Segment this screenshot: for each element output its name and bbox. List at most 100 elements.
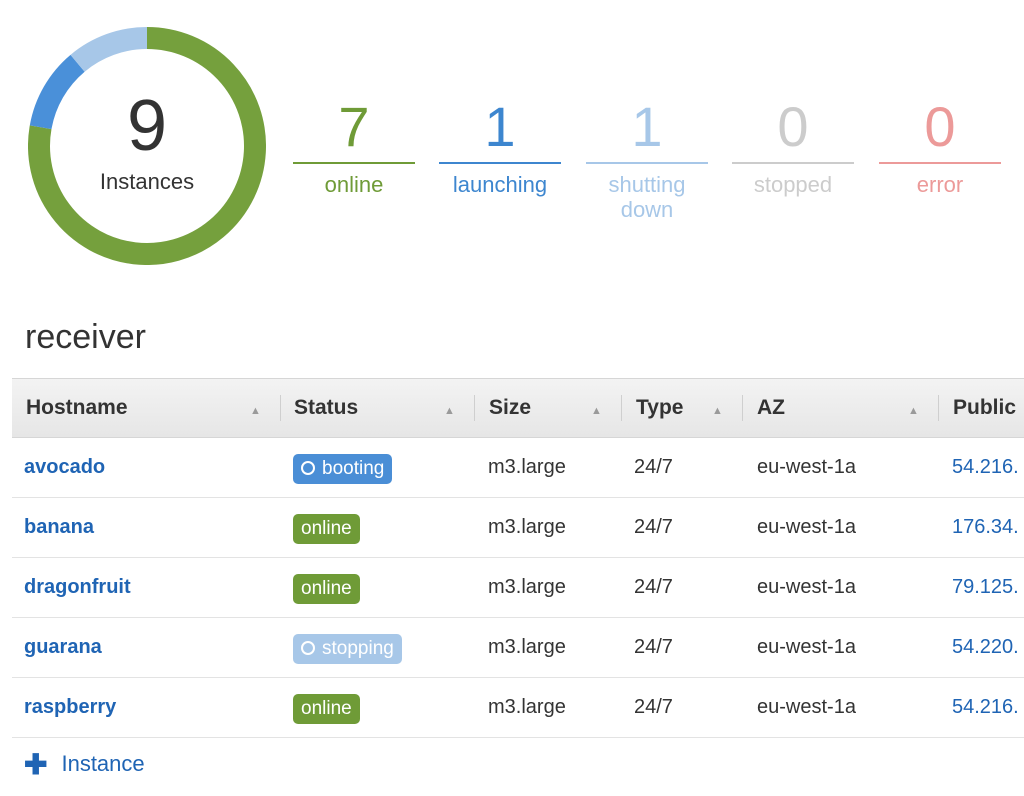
status-badge-label: online [301, 518, 352, 539]
stat-value: 1 [484, 95, 516, 158]
stat-shutting-down: 1 shutting down [586, 92, 708, 222]
table-row: raspberry online m3.large 24/7 eu-west-1a 54.… [12, 678, 1024, 738]
status-badge-label: stopping [322, 638, 394, 659]
sort-control[interactable]: ▲ [591, 379, 602, 437]
table-body: avocado booting m3.large 24/7 eu-west-1a 54.2… [12, 438, 1024, 738]
instances-donut-chart: 9 Instances [28, 27, 266, 265]
layer-title: receiver [25, 318, 146, 356]
table-row: avocado booting m3.large 24/7 eu-west-1a 54.2… [12, 438, 1024, 498]
column-divider[interactable] [938, 395, 939, 421]
type-cell: 24/7 [634, 516, 673, 538]
column-header-status[interactable]: Status [294, 379, 358, 437]
column-header-label: Hostname [26, 396, 128, 419]
status-badge: online [293, 694, 360, 724]
sort-ascending-icon[interactable]: ▲ [712, 405, 723, 417]
column-header-label: Public [953, 396, 1017, 419]
size-cell: m3.large [488, 456, 566, 478]
column-divider[interactable] [742, 395, 743, 421]
stat-label: online [324, 172, 384, 197]
column-header-public[interactable]: Public [953, 379, 1016, 437]
column-header-az[interactable]: AZ [757, 379, 785, 437]
sort-ascending-icon[interactable]: ▲ [250, 405, 261, 417]
column-header-size[interactable]: Size [489, 379, 531, 437]
stat-label: launching [452, 172, 548, 197]
stat-underline [586, 162, 708, 164]
column-divider[interactable] [280, 395, 281, 421]
stat-online: 7 online [293, 92, 415, 197]
public-ip-link[interactable]: 79.125. [952, 558, 1019, 617]
column-header-label: Status [294, 396, 359, 419]
column-header-label: Type [636, 396, 684, 419]
type-cell: 24/7 [634, 696, 673, 718]
column-header-hostname[interactable]: Hostname [26, 379, 128, 437]
type-cell: 24/7 [634, 636, 673, 658]
spinner-icon [301, 461, 315, 475]
az-cell: eu-west-1a [757, 456, 856, 478]
sort-control[interactable]: ▲ [712, 379, 723, 437]
az-cell: eu-west-1a [757, 636, 856, 658]
hostname-link[interactable]: dragonfruit [24, 558, 131, 617]
stat-underline [879, 162, 1001, 164]
size-cell: m3.large [488, 576, 566, 598]
column-header-label: Size [489, 396, 532, 419]
table-row: dragonfruit online m3.large 24/7 eu-west-1a 7… [12, 558, 1024, 618]
type-cell: 24/7 [634, 456, 673, 478]
size-cell: m3.large [488, 636, 566, 658]
az-cell: eu-west-1a [757, 576, 856, 598]
table-row: banana online m3.large 24/7 eu-west-1a 176.34… [12, 498, 1024, 558]
size-cell: m3.large [488, 696, 566, 718]
status-badge: online [293, 574, 360, 604]
sort-ascending-icon[interactable]: ▲ [908, 405, 919, 417]
plus-icon: ✚ [24, 749, 48, 780]
table-row: guarana stopping m3.large 24/7 eu-west-1a 54.… [12, 618, 1024, 678]
sort-control[interactable]: ▲ [908, 379, 919, 437]
public-ip-link[interactable]: 54.216. [952, 438, 1019, 497]
instances-table: Hostname ▲ Status ▲ Size ▲ Type ▲ AZ ▲ Public avoc… [12, 378, 1024, 738]
status-badge: booting [293, 454, 393, 484]
hostname-link[interactable]: raspberry [24, 678, 116, 737]
stat-value: 7 [338, 95, 370, 158]
stat-label: error [916, 172, 964, 197]
stat-underline [732, 162, 854, 164]
instances-total-label: Instances [99, 169, 195, 194]
stat-error: 0 error [879, 92, 1001, 197]
public-ip-link[interactable]: 176.34. [952, 498, 1019, 557]
status-badge-label: booting [322, 458, 385, 479]
table-header: Hostname ▲ Status ▲ Size ▲ Type ▲ AZ ▲ Public [12, 378, 1024, 438]
az-cell: eu-west-1a [757, 516, 856, 538]
hostname-link[interactable]: guarana [24, 618, 102, 677]
sort-control[interactable]: ▲ [444, 379, 455, 437]
status-badge-label: online [301, 578, 352, 599]
instances-total: 9 [126, 86, 168, 166]
stat-underline [293, 162, 415, 164]
status-badge: online [293, 514, 360, 544]
stat-stopped: 0 stopped [732, 92, 854, 197]
stat-value: 0 [924, 95, 956, 158]
status-badge: stopping [293, 634, 402, 664]
public-ip-link[interactable]: 54.216. [952, 678, 1019, 737]
column-divider[interactable] [621, 395, 622, 421]
stat-launching: 1 launching [439, 92, 561, 197]
stat-label: stopped [753, 172, 833, 197]
donut-segment-shutting-down [70, 27, 148, 72]
size-cell: m3.large [488, 516, 566, 538]
status-badge-label: online [301, 698, 352, 719]
hostname-link[interactable]: banana [24, 498, 94, 557]
column-header-type[interactable]: Type [636, 379, 683, 437]
sort-ascending-icon[interactable]: ▲ [444, 405, 455, 417]
add-instance-link[interactable]: ✚ Instance [24, 748, 145, 781]
spinner-icon [301, 641, 315, 655]
sort-ascending-icon[interactable]: ▲ [591, 405, 602, 417]
stat-value: 1 [631, 95, 663, 158]
column-divider[interactable] [474, 395, 475, 421]
column-header-label: AZ [757, 396, 785, 419]
az-cell: eu-west-1a [757, 696, 856, 718]
hostname-link[interactable]: avocado [24, 438, 105, 497]
public-ip-link[interactable]: 54.220. [952, 618, 1019, 677]
sort-control[interactable]: ▲ [250, 379, 261, 437]
stat-label: shutting down [608, 172, 686, 222]
add-instance-label: Instance [61, 751, 145, 776]
type-cell: 24/7 [634, 576, 673, 598]
stat-value: 0 [777, 95, 809, 158]
stat-underline [439, 162, 561, 164]
